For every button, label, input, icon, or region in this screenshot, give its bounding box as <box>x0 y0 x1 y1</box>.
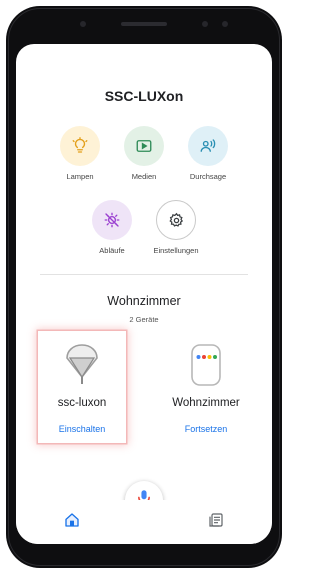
lightbulb-icon <box>60 126 100 166</box>
smart-speaker-icon <box>190 343 222 392</box>
device-action-fortsetzen[interactable]: Fortsetzen <box>162 424 250 434</box>
feed-icon[interactable] <box>208 512 224 533</box>
device-name: ssc-luxon <box>57 397 107 409</box>
room-title: Wohnzimmer <box>107 294 181 308</box>
app-screen: SSC-LUXon Lampen Medien Durchsage Abläuf… <box>16 44 272 544</box>
phone-sensor <box>202 21 208 27</box>
device-card-ssc-luxon[interactable]: ssc-luxon Einschalten <box>38 331 126 443</box>
phone-frame: SSC-LUXon Lampen Medien Durchsage Abläuf… <box>6 6 282 568</box>
tile-lampen[interactable]: Lampen <box>48 126 112 181</box>
room-device-count: 2 Geräte <box>129 315 159 324</box>
app-title: SSC-LUXon <box>104 88 184 104</box>
phone-sensor <box>80 21 86 27</box>
section-divider <box>40 274 248 275</box>
media-play-icon <box>124 126 164 166</box>
phone-speaker <box>121 22 167 26</box>
tile-medien[interactable]: Medien <box>112 126 176 181</box>
tile-durchsage[interactable]: Durchsage <box>176 126 240 181</box>
tile-label: Medien <box>131 172 157 181</box>
home-icon[interactable] <box>64 512 80 533</box>
device-name: Wohnzimmer <box>172 397 240 409</box>
tile-label: Lampen <box>66 172 94 181</box>
bottom-navigation <box>16 500 272 544</box>
phone-camera <box>222 21 228 27</box>
tile-label: Durchsage <box>189 172 227 181</box>
device-card-wohnzimmer[interactable]: Wohnzimmer Fortsetzen <box>162 331 250 443</box>
broadcast-person-icon <box>188 126 228 166</box>
lamp-icon <box>65 343 99 392</box>
tile-label: Abläufe <box>99 246 125 255</box>
device-action-einschalten[interactable]: Einschalten <box>38 424 126 434</box>
tile-label: Einstellungen <box>153 246 199 255</box>
routine-sun-icon <box>92 200 132 240</box>
gear-icon <box>156 200 196 240</box>
tile-ablaeufe[interactable]: Abläufe <box>80 200 144 255</box>
tile-einstellungen[interactable]: Einstellungen <box>144 200 208 255</box>
